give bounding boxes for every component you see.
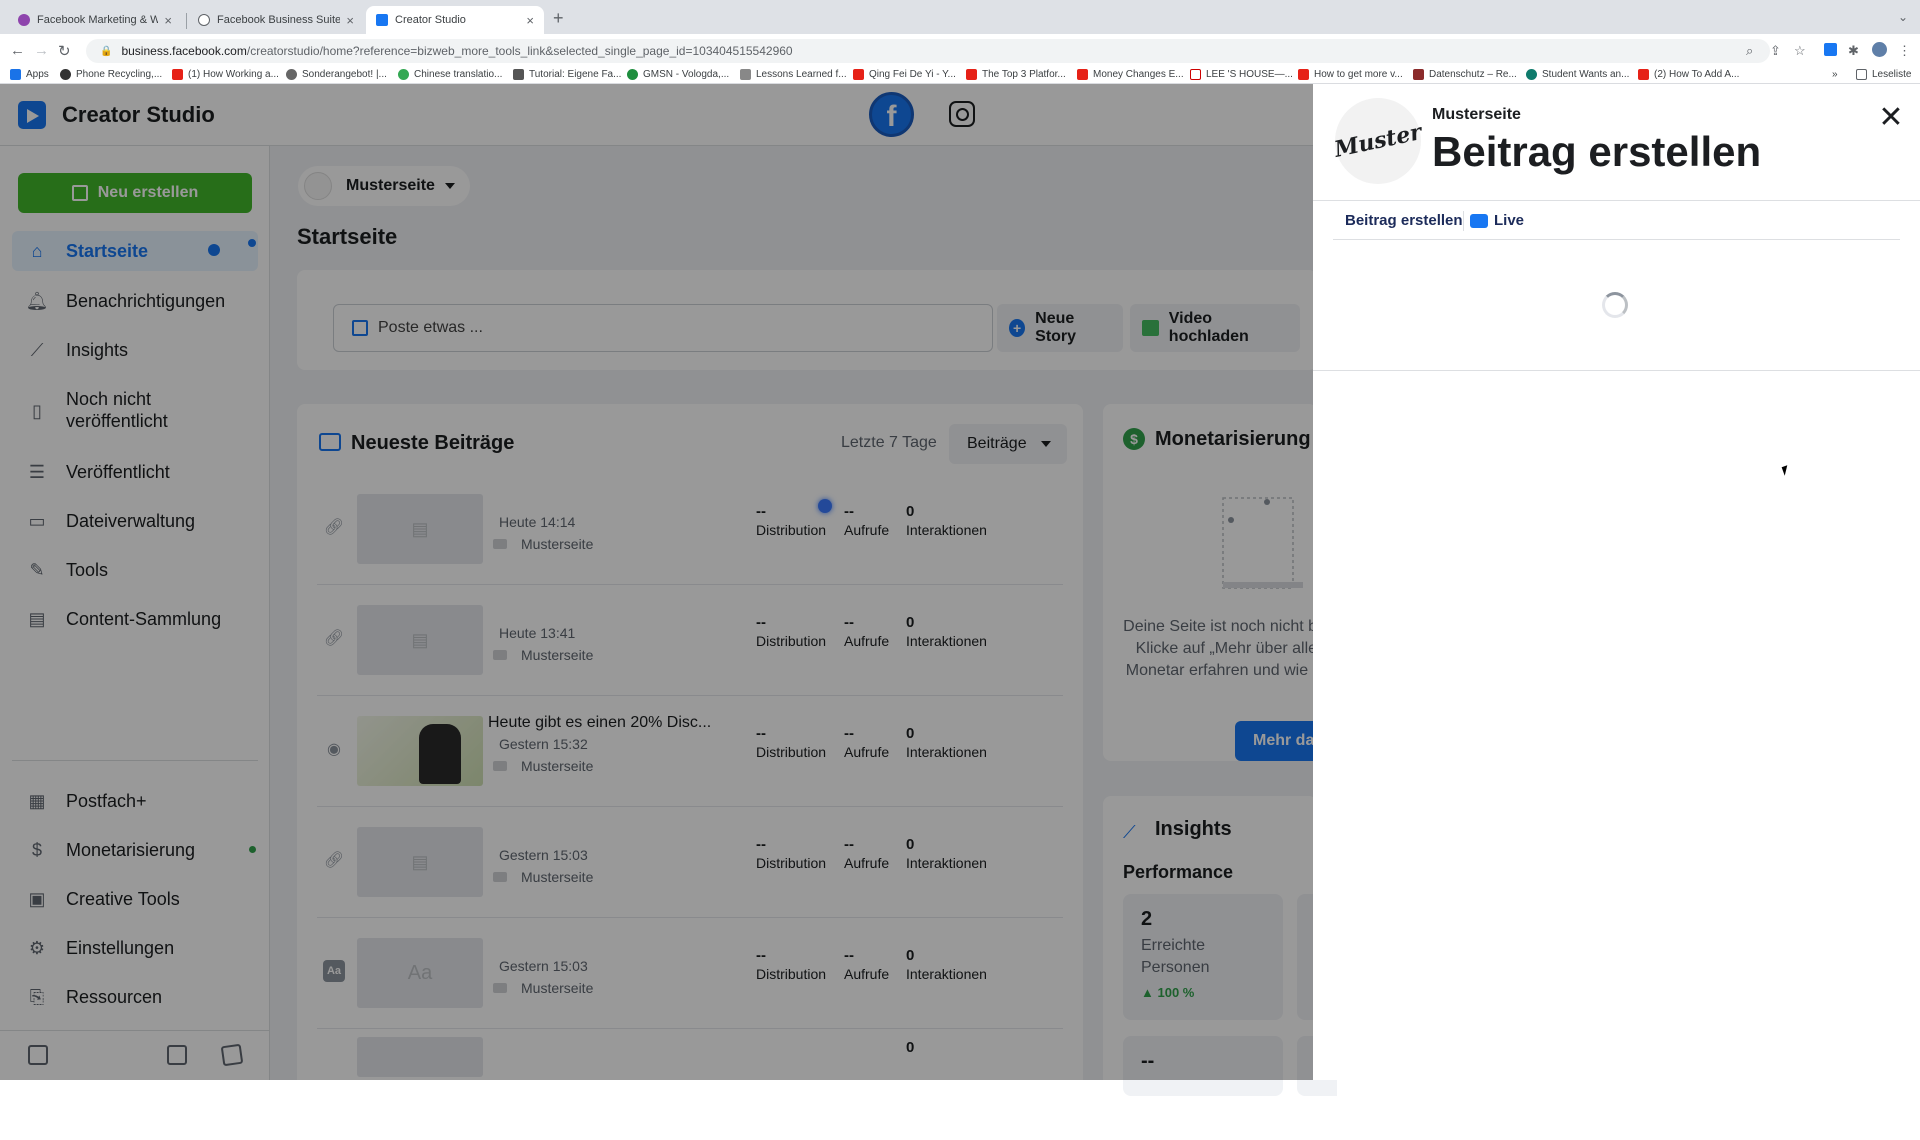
reading-list-button[interactable]: Leseliste — [1856, 69, 1911, 80]
bookmark-item[interactable]: Chinese translatio... — [398, 69, 502, 80]
tab-separator — [186, 13, 187, 29]
page-avatar: Muster — [1326, 89, 1430, 193]
browser-tab-active[interactable]: Creator Studio × — [366, 6, 544, 34]
tab-favicon-icon — [18, 14, 30, 26]
loading-spinner-icon — [1602, 292, 1628, 318]
bookmark-item[interactable]: LEE 'S HOUSE—... — [1190, 69, 1293, 80]
share-icon[interactable]: ⇪ — [1770, 43, 1781, 59]
forward-arrow-icon[interactable]: → — [34, 42, 49, 59]
divider — [1313, 200, 1920, 201]
reload-icon[interactable]: ↻ — [58, 42, 71, 60]
bookmark-item[interactable]: Student Wants an... — [1526, 69, 1629, 80]
bookmark-item[interactable]: Phone Recycling,... — [60, 69, 162, 80]
bookmark-item[interactable]: Lessons Learned f... — [740, 69, 847, 80]
panel-title: Beitrag erstellen — [1432, 128, 1762, 175]
tab-create-post[interactable]: Beitrag erstellen — [1345, 212, 1463, 229]
creator-studio-app: Creator Studio f Neu erstellen ⌂ Startse… — [0, 84, 1920, 1096]
bookmarks-more-button[interactable]: » — [1832, 69, 1838, 80]
star-bookmark-icon[interactable]: ☆ — [1794, 43, 1806, 59]
bookmark-item[interactable]: Datenschutz – Re... — [1413, 69, 1517, 80]
modal-backdrop[interactable] — [0, 84, 1313, 1080]
bookmark-item[interactable]: Sonderangebot! |... — [286, 69, 387, 80]
url-text: business.facebook.com/creatorstudio/home… — [121, 44, 793, 58]
tab-close-icon[interactable]: × — [526, 13, 534, 28]
browser-toolbar: ← → ↻ 🔒 business.facebook.com/creatorstu… — [0, 34, 1920, 68]
tab-favicon-icon — [198, 14, 210, 26]
extensions-puzzle-icon[interactable]: ✱ — [1848, 43, 1859, 59]
tab-title: Facebook Business Suite — [217, 14, 341, 26]
back-arrow-icon[interactable]: ← — [10, 42, 25, 59]
tab-title: Creator Studio — [395, 14, 466, 26]
facebook-extension-icon[interactable] — [1824, 43, 1837, 56]
new-tab-button[interactable]: + — [553, 8, 564, 29]
tab-search-chevron-icon[interactable]: ⌄ — [1898, 10, 1908, 24]
bookmarks-bar: Apps Phone Recycling,... (1) How Working… — [0, 68, 1920, 84]
close-icon[interactable]: ✕ — [1876, 103, 1906, 134]
panel-page-name: Musterseite — [1432, 106, 1521, 123]
browser-tab[interactable]: Facebook Business Suite × — [188, 6, 364, 34]
tab-live-label: Live — [1494, 212, 1525, 229]
live-video-icon — [1470, 213, 1488, 228]
browser-menu-icon[interactable]: ⋮ — [1898, 43, 1911, 59]
divider — [1333, 239, 1900, 240]
lock-icon: 🔒 — [100, 45, 113, 57]
bookmark-item[interactable]: How to get more v... — [1298, 69, 1403, 80]
address-bar[interactable]: 🔒 business.facebook.com/creatorstudio/ho… — [86, 39, 1770, 63]
bookmark-item[interactable]: Money Changes E... — [1077, 69, 1184, 80]
profile-avatar-icon[interactable] — [1872, 42, 1887, 57]
zoom-icon[interactable]: ⌕ — [1746, 43, 1753, 59]
tab-title: Facebook Marketing & Werbe — [37, 14, 159, 26]
tab-live[interactable]: Live — [1470, 212, 1524, 229]
tab-favicon-icon — [376, 14, 388, 26]
bookmark-item[interactable]: (1) How Working a... — [172, 69, 279, 80]
bookmark-item[interactable]: GMSN - Vologda,... — [627, 69, 729, 80]
bookmark-apps[interactable]: Apps — [10, 69, 49, 80]
bookmark-item[interactable]: Tutorial: Eigene Fa... — [513, 69, 621, 80]
browser-tab[interactable]: Facebook Marketing & Werbe × — [8, 6, 182, 34]
tab-separator — [1463, 211, 1464, 231]
divider — [1313, 370, 1920, 371]
bookmark-item[interactable]: The Top 3 Platfor... — [966, 69, 1066, 80]
bookmark-item[interactable]: (2) How To Add A... — [1638, 69, 1739, 80]
create-post-panel: Muster Musterseite Beitrag erstellen ✕ B… — [1313, 84, 1920, 1080]
tab-close-icon[interactable]: × — [346, 13, 354, 28]
browser-tab-bar: Facebook Marketing & Werbe × Facebook Bu… — [0, 0, 1920, 34]
tab-close-icon[interactable]: × — [164, 13, 172, 28]
bookmark-item[interactable]: Qing Fei De Yi - Y... — [853, 69, 956, 80]
